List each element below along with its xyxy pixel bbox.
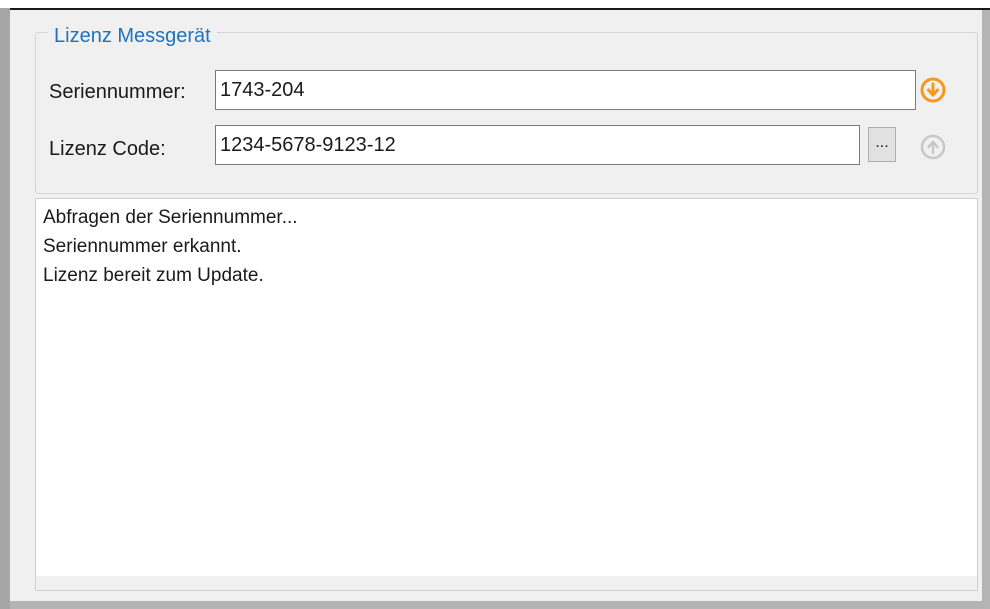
- serial-label: Seriennummer:: [49, 81, 186, 103]
- license-code-label: Lizenz Code:: [49, 138, 166, 160]
- log-line: Abfragen der Seriennummer...: [43, 207, 298, 228]
- upload-circle-icon[interactable]: [920, 134, 946, 160]
- download-circle-icon[interactable]: [920, 77, 946, 103]
- group-title: Lizenz Messgerät: [48, 24, 217, 48]
- log-line: Lizenz bereit zum Update.: [43, 265, 264, 286]
- log-bottom-strip: [36, 576, 977, 590]
- serial-number-field[interactable]: 1743-204: [215, 70, 916, 110]
- log-line: Seriennummer erkannt.: [43, 236, 242, 257]
- status-log: Abfragen der Seriennummer... Seriennumme…: [35, 198, 978, 591]
- browse-button[interactable]: ...: [868, 127, 896, 162]
- license-groupbox: [35, 32, 978, 194]
- license-panel: Lizenz Messgerät Seriennummer: 1743-204 …: [10, 10, 990, 609]
- license-code-field[interactable]: 1234-5678-9123-12: [215, 125, 860, 165]
- window-left-border: [0, 8, 10, 609]
